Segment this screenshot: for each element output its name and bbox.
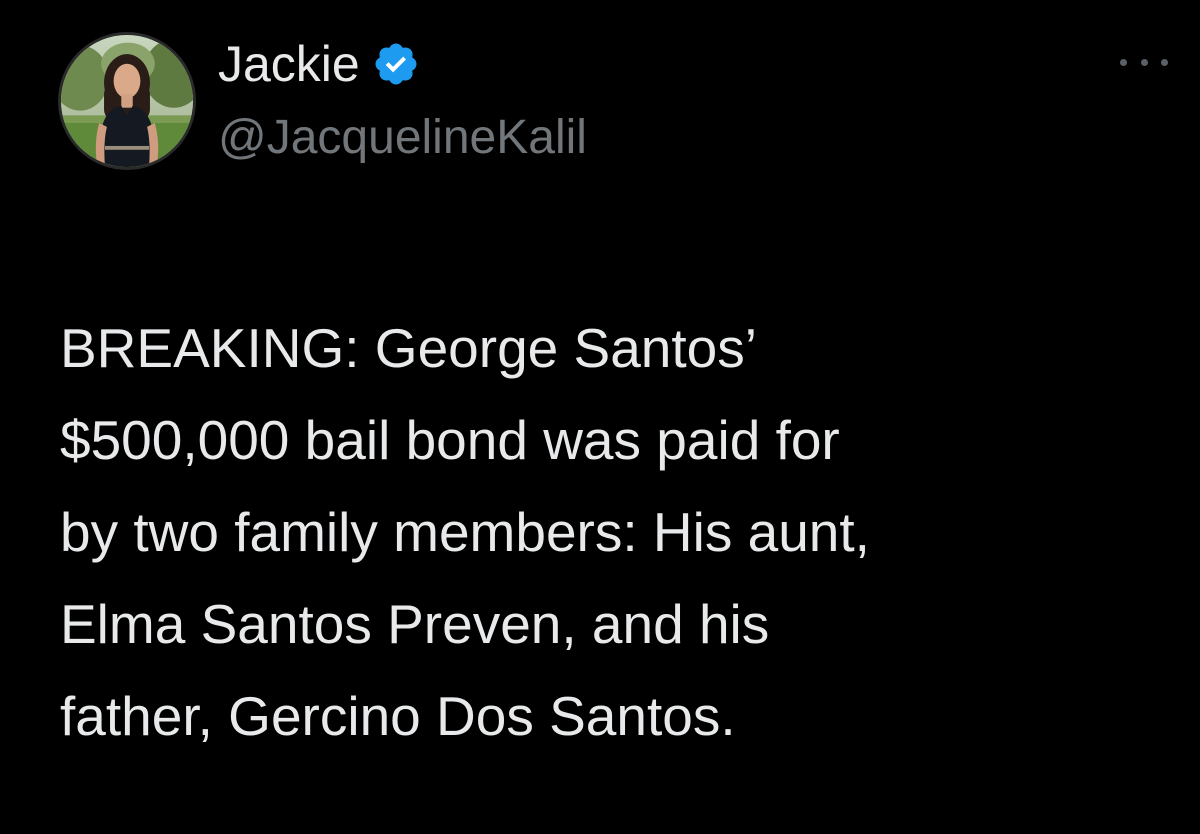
author-name-row: Jackie — [218, 32, 420, 96]
author-avatar[interactable] — [58, 32, 196, 170]
more-horizontal-icon-dot — [1140, 58, 1148, 66]
verified-badge-icon[interactable] — [372, 40, 420, 88]
author-display-name[interactable]: Jackie — [218, 39, 360, 89]
profile-photo-icon — [61, 35, 193, 167]
more-options-button[interactable] — [1120, 50, 1168, 74]
more-horizontal-icon-dot — [1161, 58, 1168, 66]
tweet-card: Jackie @JacquelineKalil BREAKING: George… — [0, 0, 1200, 834]
tweet-text: BREAKING: George Santos’ $500,000 bail b… — [60, 317, 870, 747]
more-horizontal-icon — [1120, 58, 1127, 66]
author-handle[interactable]: @JacquelineKalil — [218, 114, 587, 162]
